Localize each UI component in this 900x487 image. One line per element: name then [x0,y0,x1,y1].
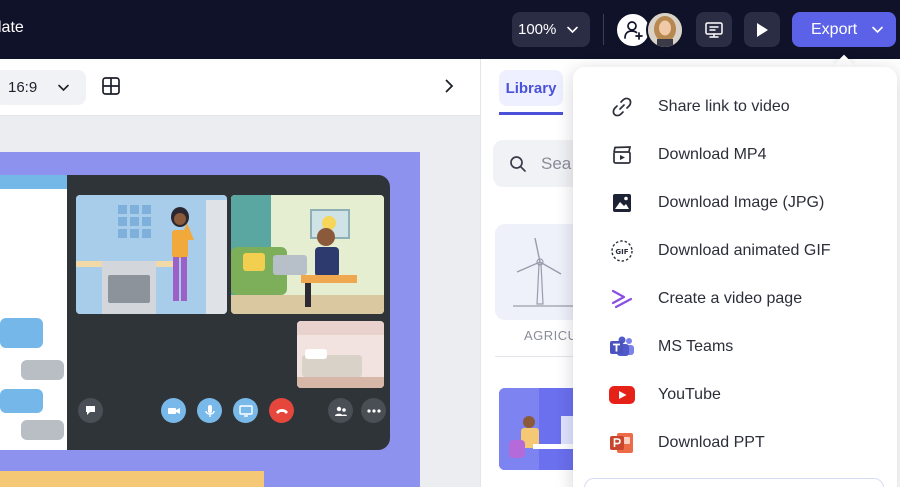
image-icon [609,191,635,215]
link-icon [609,95,635,119]
menu-item-youtube[interactable]: YouTube [573,373,897,417]
camera-icon [167,407,180,414]
menu-item-label: MS Teams [658,338,734,355]
project-title[interactable]: late [0,19,24,37]
library-divider [495,356,585,357]
add-user-icon [624,21,643,40]
youtube-icon [609,383,635,407]
chat-bubble [21,360,64,380]
menu-item-label: Download animated GIF [658,242,831,259]
export-button[interactable]: Export [792,12,896,47]
chat-bubble [0,318,43,348]
living-room-illustration [231,195,384,314]
menu-item-share-link[interactable]: Share link to video [573,85,897,129]
user-avatar[interactable] [646,11,684,49]
export-label: Export [811,20,858,38]
active-tab-indicator [499,112,563,115]
avatar-portrait [648,13,682,47]
message-icon [86,406,95,415]
zoom-value: 100% [518,21,557,38]
library-category-card[interactable] [495,224,585,320]
menu-item-label: Download MP4 [658,146,767,163]
zoom-dropdown[interactable]: 100% [512,12,590,47]
library-card-label: AGRICU [524,328,578,343]
menu-item-download-image[interactable]: Download Image (JPG) [573,181,897,225]
screen-share-control [233,398,258,423]
kitchen-illustration [76,195,227,314]
people-icon [334,406,347,416]
search-icon [510,156,526,172]
menu-footer-button[interactable] [584,478,884,487]
menu-item-label: Download PPT [658,434,765,451]
aspect-ratio-value: 16:9 [8,79,38,96]
grid-toggle-button[interactable] [98,73,124,99]
chevron-down-icon [58,84,69,92]
chat-bubble [0,389,43,413]
slide-bottom-strip [0,471,264,487]
more-options-control [361,398,386,423]
search-placeholder: Sea [541,153,572,173]
chevron-down-icon [872,26,883,34]
menu-item-video-page[interactable]: Create a video page [573,277,897,321]
menu-item-download-mp4[interactable]: Download MP4 [573,133,897,177]
menu-item-label: Share link to video [658,98,790,115]
play-icon [757,22,768,37]
microphone-icon [204,404,215,417]
gif-icon: GIF [609,239,635,263]
hang-up-icon [275,408,288,414]
end-call-control [269,398,294,423]
video-tile-kitchen [76,195,227,314]
svg-text:GIF: GIF [615,248,628,256]
ms-teams-icon [609,335,635,359]
aspect-ratio-dropdown[interactable]: 16:9 [0,70,86,105]
tab-library[interactable]: Library [499,70,563,106]
video-tile-bedroom [297,321,384,388]
bedroom-illustration [297,321,384,388]
chat-bubble [21,420,64,440]
video-clapper-icon [609,143,635,167]
menu-item-label: Download Image (JPG) [658,194,825,211]
microphone-control [197,398,222,423]
toolbar-divider [603,14,604,45]
menu-item-download-ppt[interactable]: Download PPT [573,421,897,465]
presentation-icon [705,21,723,38]
more-dots-icon [366,408,381,413]
video-tile-living-room [231,195,384,314]
presenter-button[interactable] [696,12,732,47]
menu-item-label: Create a video page [658,290,803,307]
grid-icon [102,77,120,95]
editor-toolbar: 16:9 [0,59,480,116]
play-button[interactable] [744,12,780,47]
chevron-right-icon[interactable] [441,78,457,94]
menu-item-download-gif[interactable]: GIF Download animated GIF [573,229,897,273]
chat-control [78,398,103,423]
video-page-icon [609,287,635,311]
powerpoint-icon [609,431,635,455]
screen-share-icon [238,404,253,417]
camera-control [161,398,186,423]
menu-item-ms-teams[interactable]: MS Teams [573,325,897,369]
participants-control [328,398,353,423]
wind-turbine-icon [513,237,575,307]
chevron-down-icon [567,26,578,34]
menu-item-label: YouTube [658,386,721,403]
